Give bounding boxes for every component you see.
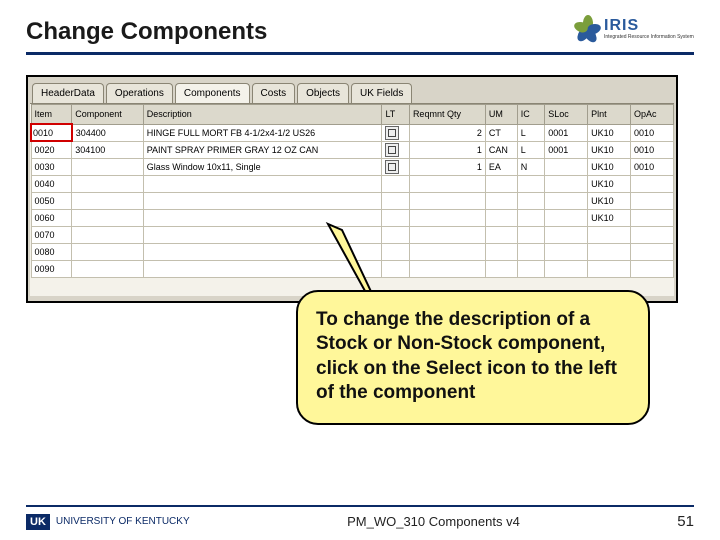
footer-center: PM_WO_310 Components v4 [347,514,520,529]
page-number: 51 [677,513,694,530]
col-ic[interactable]: IC [517,105,545,125]
item-cell[interactable]: 0020 [31,141,72,159]
grid-row[interactable]: 0070 [31,227,674,244]
ic-cell[interactable]: L [517,124,545,141]
iris-flower-icon [574,15,602,43]
header-row: Item Component Description LT Reqmnt Qty… [31,105,674,125]
qty-cell[interactable]: 1 [409,141,485,159]
item-cell[interactable]: 0010 [31,124,72,141]
tab-strip: HeaderData Operations Components Costs O… [28,77,676,103]
tab-components[interactable]: Components [175,83,250,103]
um-cell[interactable]: CAN [485,141,517,159]
grid-row[interactable]: 0010 304400 HINGE FULL MORT FB 4-1/2x4-1… [31,124,674,141]
lt-cell[interactable] [382,141,410,159]
component-cell[interactable]: 304100 [72,141,144,159]
lt-cell[interactable] [382,159,410,176]
slide-footer: UK UNIVERSITY OF KENTUCKY PM_WO_310 Comp… [0,505,720,530]
um-cell[interactable]: EA [485,159,517,176]
iris-logo-text: IRIS [604,17,694,35]
description-cell[interactable]: HINGE FULL MORT FB 4-1/2x4-1/2 US26 [143,124,382,141]
sloc-cell[interactable]: 0001 [545,141,588,159]
uk-logo: UK UNIVERSITY OF KENTUCKY [26,514,190,530]
grid-row[interactable]: 0060UK10 [31,210,674,227]
grid-row[interactable]: 0080 [31,244,674,261]
grid-row[interactable]: 0050UK10 [31,193,674,210]
ic-cell[interactable]: N [517,159,545,176]
plnt-cell[interactable]: UK10 [588,159,631,176]
col-um[interactable]: UM [485,105,517,125]
components-grid: Item Component Description LT Reqmnt Qty… [30,104,674,278]
description-cell[interactable]: PAINT SPRAY PRIMER GRAY 12 OZ CAN [143,141,382,159]
tab-costs[interactable]: Costs [252,83,296,103]
select-icon[interactable] [385,143,399,157]
component-cell[interactable]: 304400 [72,124,144,141]
select-icon[interactable] [385,126,399,140]
col-opac[interactable]: OpAc [631,105,674,125]
ic-cell[interactable]: L [517,141,545,159]
grid-row[interactable]: 0090 [31,261,674,278]
component-cell[interactable] [72,159,144,176]
col-component[interactable]: Component [72,105,144,125]
opac-cell[interactable]: 0010 [631,124,674,141]
grid-row[interactable]: 0040UK10 [31,176,674,193]
instruction-callout: To change the description of a Stock or … [296,290,650,425]
col-item[interactable]: Item [31,105,72,125]
select-icon[interactable] [385,160,399,174]
iris-logo-subtitle: Integrated Resource Information System [604,35,694,41]
plnt-cell[interactable]: UK10 [588,124,631,141]
sloc-cell[interactable] [545,159,588,176]
tab-uk-fields[interactable]: UK Fields [351,83,412,103]
sloc-cell[interactable]: 0001 [545,124,588,141]
description-cell[interactable]: Glass Window 10x11, Single [143,159,382,176]
uk-mark: UK [26,514,50,530]
col-sloc[interactable]: SLoc [545,105,588,125]
tab-header-data[interactable]: HeaderData [32,83,104,103]
sap-components-panel: HeaderData Operations Components Costs O… [26,75,678,303]
uk-name: UNIVERSITY OF KENTUCKY [56,516,190,527]
col-description[interactable]: Description [143,105,382,125]
grid-row[interactable]: 0030 Glass Window 10x11, Single 1 EA N U… [31,159,674,176]
col-reqmnt-qty[interactable]: Reqmnt Qty [409,105,485,125]
col-lt[interactable]: LT [382,105,410,125]
col-plnt[interactable]: Plnt [588,105,631,125]
lt-cell[interactable] [382,124,410,141]
tab-objects[interactable]: Objects [297,83,349,103]
grid-row[interactable]: 0020 304100 PAINT SPRAY PRIMER GRAY 12 O… [31,141,674,159]
plnt-cell[interactable]: UK10 [588,141,631,159]
opac-cell[interactable]: 0010 [631,141,674,159]
opac-cell[interactable]: 0010 [631,159,674,176]
um-cell[interactable]: CT [485,124,517,141]
qty-cell[interactable]: 2 [409,124,485,141]
item-cell[interactable]: 0030 [31,159,72,176]
tab-operations[interactable]: Operations [106,83,173,103]
qty-cell[interactable]: 1 [409,159,485,176]
iris-logo: IRIS Integrated Resource Information Sys… [574,10,694,48]
